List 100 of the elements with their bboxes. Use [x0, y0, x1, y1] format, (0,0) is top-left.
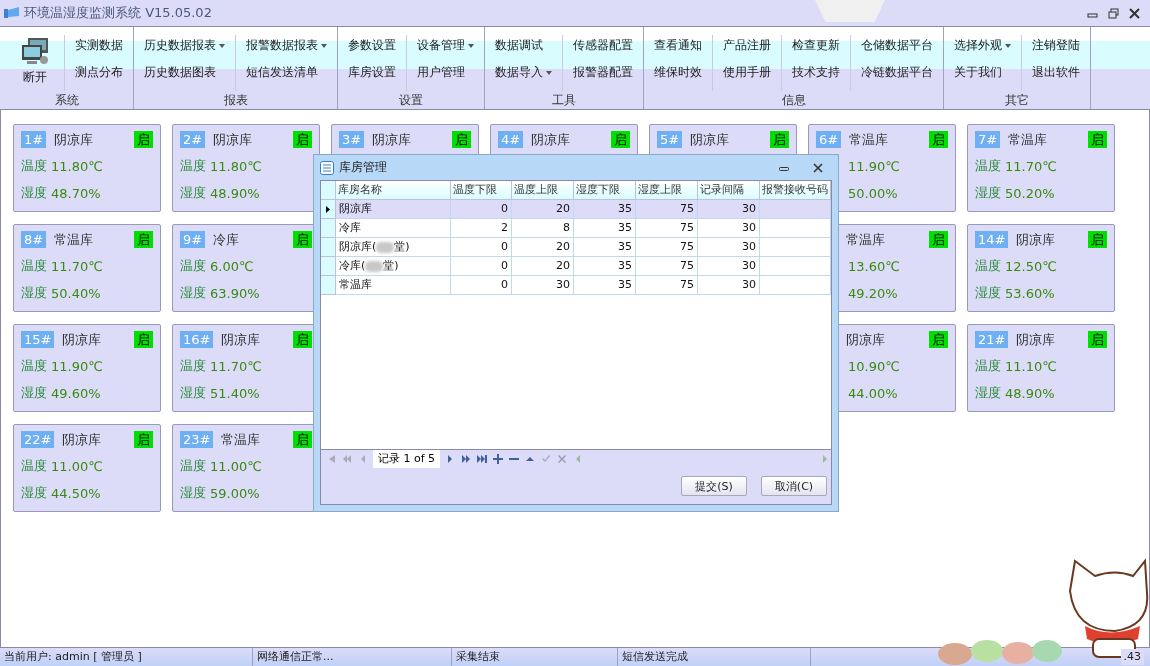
- ribbon-button[interactable]: 注销登陆: [1030, 35, 1082, 56]
- ribbon-button[interactable]: 仓储数据平台: [859, 35, 935, 56]
- restore-icon[interactable]: [1108, 7, 1119, 19]
- ribbon-button[interactable]: 选择外观: [952, 35, 1013, 56]
- close-icon[interactable]: [1129, 7, 1140, 19]
- temperature-value: 12.50℃: [1005, 258, 1057, 274]
- ribbon-button[interactable]: 关于我们: [952, 62, 1013, 83]
- column-header[interactable]: 库房名称: [336, 181, 451, 200]
- table-cell: 75: [636, 276, 698, 295]
- ribbon-button[interactable]: 历史数据图表: [142, 62, 227, 83]
- column-header[interactable]: 温度上限: [512, 181, 574, 200]
- card-number: 7#: [975, 131, 1001, 148]
- disconnect-button[interactable]: 断开: [0, 35, 65, 91]
- ribbon-button[interactable]: 使用手册: [721, 62, 773, 83]
- humidity-value: 53.60%: [1005, 285, 1055, 301]
- card-number: 21#: [975, 331, 1009, 348]
- humidity-label: 湿度: [180, 184, 206, 202]
- add-icon[interactable]: [492, 453, 505, 465]
- ribbon-button[interactable]: 技术支持: [790, 62, 842, 83]
- caret-icon: [1005, 43, 1011, 48]
- card-number: 1#: [21, 131, 47, 148]
- humidity-value: 44.00%: [848, 385, 898, 401]
- card-number: 5#: [657, 131, 683, 148]
- humidity-label: 湿度: [975, 384, 1001, 402]
- card-number: 15#: [21, 331, 55, 348]
- card-name: 常温库: [846, 230, 885, 249]
- humidity-label: 湿度: [21, 384, 47, 402]
- ribbon-button[interactable]: 数据导入: [493, 62, 554, 83]
- temperature-label: 温度: [180, 157, 206, 175]
- column-header[interactable]: 报警接收号码: [760, 181, 831, 200]
- column-header[interactable]: 湿度上限: [636, 181, 698, 200]
- status-badge: 启: [134, 131, 153, 148]
- ribbon-button[interactable]: 短信发送清单: [244, 62, 329, 83]
- temperature-label: 温度: [180, 257, 206, 275]
- corner-cell: [321, 181, 336, 200]
- card-number: 14#: [975, 231, 1009, 248]
- group-label: 其它: [1004, 92, 1030, 109]
- humidity-label: 湿度: [21, 284, 47, 302]
- status-badge: 启: [611, 131, 630, 148]
- table-cell: 0: [451, 276, 512, 295]
- status-badge: 启: [293, 331, 312, 348]
- humidity-label: 湿度: [975, 284, 1001, 302]
- table-cell: 30: [512, 276, 574, 295]
- humidity-label: 湿度: [21, 484, 47, 502]
- ribbon-button[interactable]: 测点分布: [73, 62, 125, 83]
- window-title: 环境温湿度监测系统 V15.05.02: [24, 4, 212, 22]
- ribbon-button[interactable]: 用户管理: [415, 62, 476, 83]
- table-row[interactable]: 常温库 0 30 35 75 30: [321, 276, 831, 295]
- table-row[interactable]: 阴凉库( 堂) 0 20 35 75 30: [321, 238, 831, 257]
- computer-icon: [20, 37, 50, 65]
- status-badge: 启: [134, 231, 153, 248]
- group-label: 工具: [551, 92, 577, 109]
- ribbon-button[interactable]: 检查更新: [790, 35, 842, 56]
- table-row[interactable]: 冷库( 堂) 0 20 35 75 30: [321, 257, 831, 276]
- status-badge: 启: [293, 231, 312, 248]
- close-icon[interactable]: [813, 162, 823, 173]
- ribbon-button[interactable]: 历史数据报表: [142, 35, 227, 56]
- status-badge: 启: [293, 431, 312, 448]
- ribbon-button[interactable]: 查看通知: [652, 35, 704, 56]
- table-row[interactable]: 冷库 2 8 35 75 30: [321, 219, 831, 238]
- status-badge: 启: [1088, 331, 1107, 348]
- ribbon-button[interactable]: 产品注册: [721, 35, 773, 56]
- column-header[interactable]: 记录间隔: [698, 181, 760, 200]
- column-header[interactable]: 温度下限: [451, 181, 512, 200]
- humidity-value: 63.90%: [210, 285, 260, 301]
- ribbon-button[interactable]: 数据调试: [493, 35, 554, 56]
- caret-icon: [219, 43, 225, 48]
- column-header[interactable]: 湿度下限: [574, 181, 636, 200]
- row-header[interactable]: [321, 200, 336, 219]
- status-text: .43: [1120, 649, 1144, 665]
- dialog-button[interactable]: 取消(C): [761, 476, 827, 496]
- temperature-value: 11.80℃: [51, 158, 103, 174]
- ribbon-button[interactable]: 参数设置: [346, 35, 398, 56]
- ribbon-button[interactable]: 库房设置: [346, 62, 398, 83]
- humidity-value: 48.90%: [1005, 385, 1055, 401]
- card-number: 8#: [21, 231, 47, 248]
- ribbon-button[interactable]: 冷链数据平台: [859, 62, 935, 83]
- record-counter: 记录 1 of 5: [373, 450, 441, 468]
- nav-forward-icon[interactable]: [460, 453, 473, 465]
- dialog-button[interactable]: 提交(S): [681, 476, 747, 496]
- humidity-label: 湿度: [975, 184, 1001, 202]
- ribbon-button[interactable]: 报警器配置: [571, 62, 635, 83]
- ribbon-button[interactable]: 维保时效: [652, 62, 704, 83]
- status-badge: 启: [134, 331, 153, 348]
- table-row[interactable]: 阴凉库 0 20 35 75 30: [321, 200, 831, 219]
- status-badge: 启: [1088, 131, 1107, 148]
- nav-forward-icon[interactable]: [476, 453, 489, 465]
- card-name: 阴凉库: [62, 330, 102, 349]
- humidity-value: 50.20%: [1005, 185, 1055, 201]
- humidity-label: 湿度: [180, 284, 206, 302]
- card-number: 6#: [816, 131, 842, 148]
- status-badge: 启: [452, 131, 471, 148]
- ribbon-button[interactable]: 设备管理: [415, 35, 476, 56]
- card-name: 阴凉库: [213, 130, 253, 149]
- ribbon-button[interactable]: 传感器配置: [571, 35, 635, 56]
- status-badge: 启: [929, 231, 948, 248]
- ribbon-button[interactable]: 实测数据: [73, 35, 125, 56]
- ribbon-button[interactable]: 报警数据报表: [244, 35, 329, 56]
- temperature-label: 温度: [975, 157, 1001, 175]
- ribbon-button[interactable]: 退出软件: [1030, 62, 1082, 83]
